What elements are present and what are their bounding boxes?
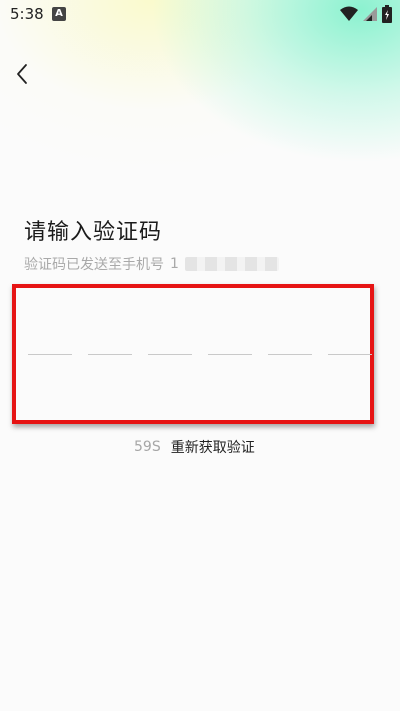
code-digit-slot[interactable] bbox=[28, 354, 72, 355]
countdown-timer: 59S bbox=[134, 439, 161, 455]
signal-icon bbox=[363, 7, 377, 21]
phone-prefix: 1 bbox=[170, 256, 179, 272]
code-digit-slot[interactable] bbox=[268, 354, 312, 355]
battery-icon bbox=[382, 5, 392, 23]
code-digit-slot[interactable] bbox=[148, 354, 192, 355]
notification-icon: A bbox=[52, 7, 66, 21]
phone-number-redacted bbox=[184, 257, 279, 271]
page-title: 请输入验证码 bbox=[24, 220, 163, 245]
resend-row: 59S 重新获取验证 bbox=[134, 437, 255, 457]
resend-code-link[interactable]: 重新获取验证 bbox=[171, 437, 255, 457]
status-bar: 5:38 A bbox=[0, 0, 400, 28]
status-time: 5:38 bbox=[10, 5, 44, 23]
back-button[interactable] bbox=[8, 60, 36, 88]
wifi-icon bbox=[340, 6, 358, 21]
code-input[interactable] bbox=[28, 354, 373, 356]
subtitle-label: 验证码已发送至手机号 bbox=[24, 257, 164, 273]
chevron-left-icon bbox=[17, 64, 27, 84]
code-digit-slot[interactable] bbox=[208, 354, 252, 355]
sent-to-phone-text: 验证码已发送至手机号 1 bbox=[24, 254, 279, 274]
code-digit-slot[interactable] bbox=[328, 354, 372, 355]
code-digit-slot[interactable] bbox=[88, 354, 132, 355]
